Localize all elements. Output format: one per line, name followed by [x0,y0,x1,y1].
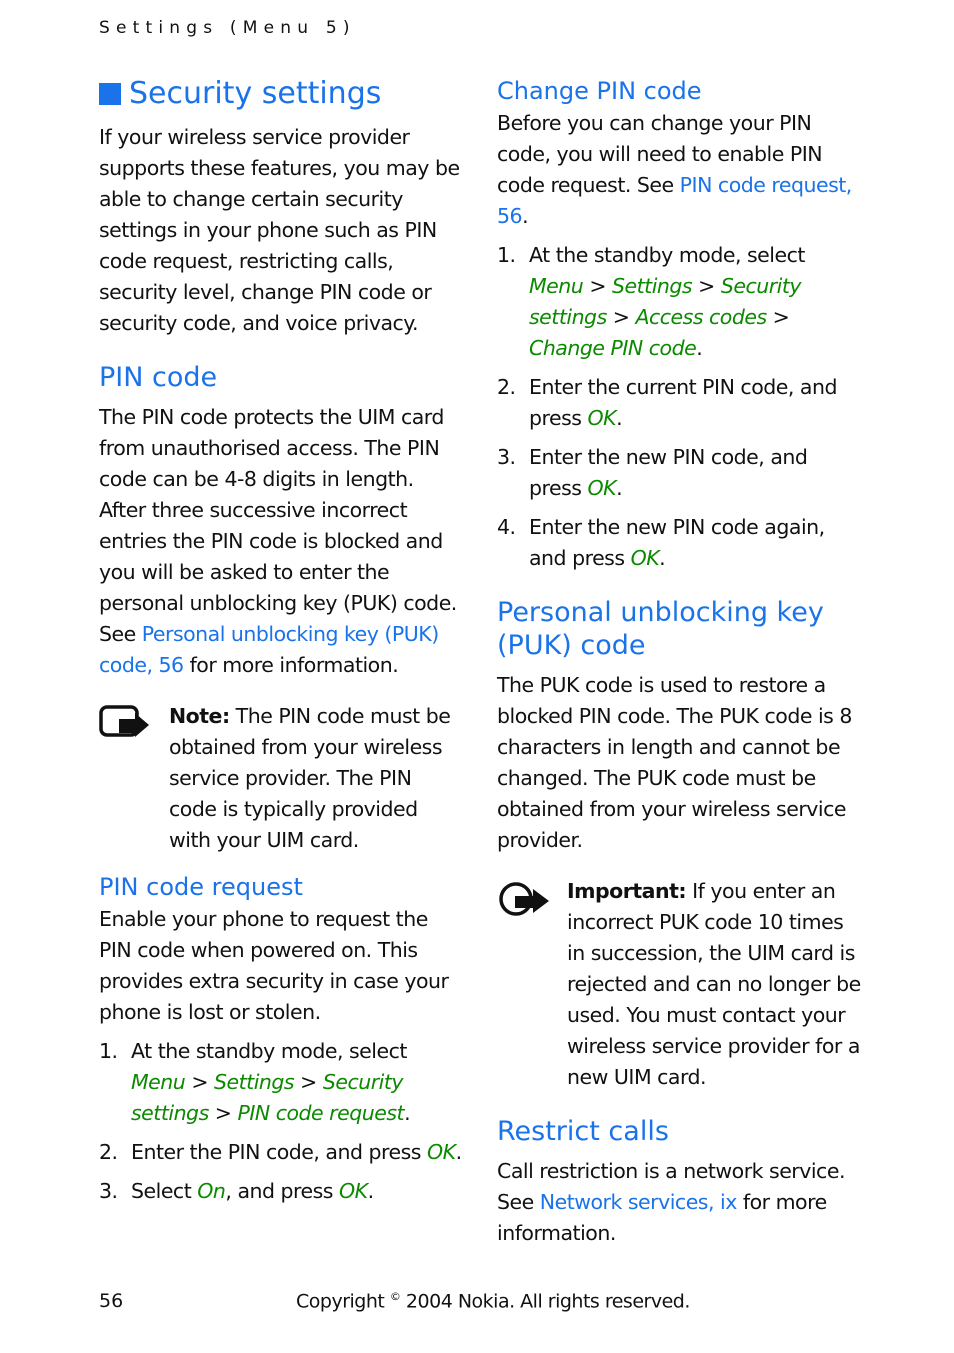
ui-label: OK [630,546,660,570]
section-square-icon [99,83,121,105]
change-pin-heading: Change PIN code [497,77,702,105]
ui-label: Change PIN code [529,336,697,360]
ui-label: Menu [529,274,584,298]
copyright: Copyright © 2004 Nokia. All rights reser… [296,1290,690,1313]
intro-paragraph: If your wireless service provider suppor… [99,125,460,335]
ui-label: OK [427,1140,456,1164]
important-box: Important: If you enter an incorrect PUK… [497,876,862,1093]
page-number: 56 [99,1290,124,1312]
ui-label: OK [339,1179,368,1203]
ui-label: Settings [214,1070,295,1094]
running-header: Settings (Menu 5) [99,18,356,38]
restrict-calls-heading: Restrict calls [497,1116,669,1147]
step-text: Enter the PIN code, and press OK. [131,1140,462,1164]
ui-label: Menu [131,1070,186,1094]
step-item: 1. At the standby mode, select Menu > Set… [99,1036,464,1129]
step-item: 4. Enter the new PIN code again, and pres… [497,512,862,574]
puk-paragraph: The PUK code is used to restore a blocke… [497,673,852,852]
ui-label: PIN code request [237,1101,405,1125]
step-item: 3. Enter the new PIN code, and press OK. [497,442,862,504]
step-text: Enter the new PIN code, and press OK. [529,445,808,500]
restrict-calls-paragraph: Call restriction is a network service. S… [497,1159,845,1245]
step-text: At the standby mode, select Menu > Setti… [131,1039,411,1125]
step-item: 3. Select On, and press OK. [99,1176,464,1207]
note-icon [99,701,169,856]
step-text: Enter the new PIN code again, and press … [529,515,825,570]
pin-request-steps: 1. At the standby mode, select Menu > Set… [99,1036,464,1207]
step-number: 1. [99,1039,118,1063]
step-number: 1. [497,243,516,267]
step-item: 2. Enter the current PIN code, and press … [497,372,862,434]
change-pin-paragraph: Before you can change your PIN code, you… [497,111,852,228]
step-number: 3. [99,1179,118,1203]
left-column: Security settings If your wireless servi… [99,76,464,1215]
important-icon [497,876,567,1093]
ui-label: Access codes [635,305,767,329]
step-number: 3. [497,445,516,469]
ui-label: OK [587,476,617,500]
step-item: 1. At the standby mode, select Menu > Set… [497,240,862,364]
ui-label: Settings [612,274,693,298]
page-title: Security settings [99,76,464,112]
step-text: Enter the current PIN code, and press OK… [529,375,837,430]
note-box: Note: The PIN code must be obtained from… [99,701,464,856]
change-pin-steps: 1. At the standby mode, select Menu > Set… [497,240,862,574]
ui-label: OK [587,406,617,430]
step-item: 2. Enter the PIN code, and press OK. [99,1137,464,1168]
ui-label: On [197,1179,226,1203]
step-text: At the standby mode, select Menu > Setti… [529,243,805,360]
pin-code-heading: PIN code [99,362,218,393]
right-column: Change PIN code Before you can change yo… [497,76,862,1249]
step-number: 4. [497,515,516,539]
step-number: 2. [497,375,516,399]
puk-heading: Personal unblocking key (PUK) code [497,597,824,661]
pin-code-paragraph: The PIN code protects the UIM card from … [99,405,457,677]
pin-request-heading: PIN code request [99,873,303,901]
network-services-link[interactable]: Network services, ix [540,1190,738,1214]
step-text: Select On, and press OK. [131,1179,374,1203]
step-number: 2. [99,1140,118,1164]
pin-request-paragraph: Enable your phone to request the PIN cod… [99,907,449,1024]
